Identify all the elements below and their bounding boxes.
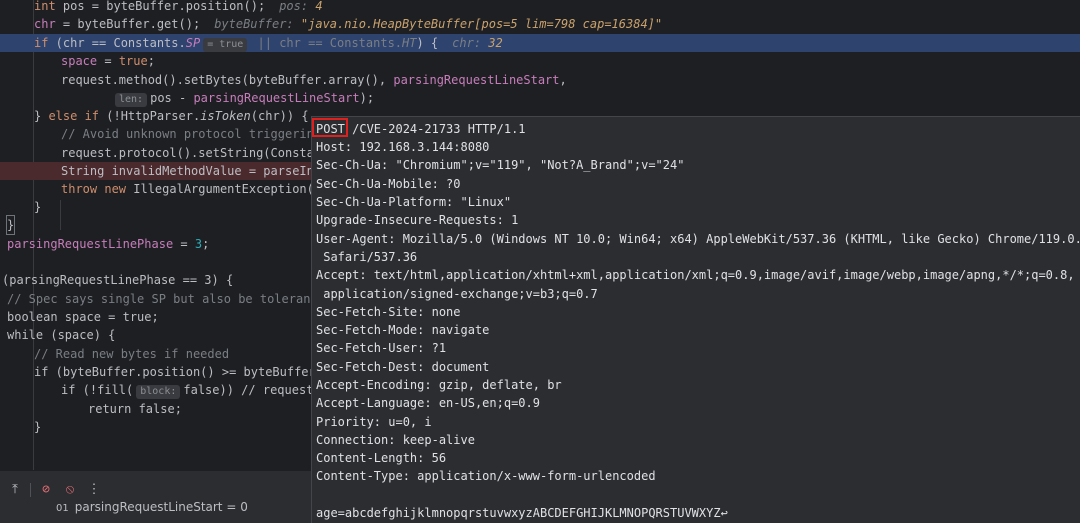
header-line: Accept-Encoding: gzip, deflate, br xyxy=(316,378,562,392)
mute-breakpoints-icon[interactable]: ⦸ xyxy=(61,481,79,499)
code-text: pos = byteBuffer.position(); xyxy=(55,0,266,13)
header-line: User-Agent: Mozilla/5.0 (Windows NT 10.0… xyxy=(316,232,1080,246)
header-line: Safari/537.36 xyxy=(316,250,418,264)
header-line: Host: 192.168.3.144:8080 xyxy=(316,140,490,154)
header-line: Content-Type: application/x-www-form-url… xyxy=(316,469,656,483)
header-line: Priority: u=0, i xyxy=(316,415,432,429)
header-line: Sec-Ch-Ua-Mobile: ?0 xyxy=(316,177,461,191)
more-icon[interactable]: ⋮ xyxy=(85,481,103,499)
header-line: Sec-Ch-Ua-Platform: "Linux" xyxy=(316,195,512,209)
toolbar-divider xyxy=(30,483,31,497)
code-line[interactable]: int pos = byteBuffer.position(); pos: 4 xyxy=(0,0,1080,15)
parameter-hint: block: xyxy=(136,385,181,399)
header-line: Sec-Fetch-User: ?1 xyxy=(316,341,447,355)
matched-brace: } xyxy=(5,215,16,235)
header-line: Sec-Fetch-Dest: document xyxy=(316,360,490,374)
debug-variable-row[interactable]: 01 parsingRequestLineStart = 0 xyxy=(56,500,248,514)
inline-debug-value: pos: 4 xyxy=(279,0,323,13)
breakpoints-icon[interactable]: ⊘ xyxy=(37,481,55,499)
variable-value: parsingRequestLineStart = 0 xyxy=(74,500,248,514)
code-line[interactable]: space = true; xyxy=(0,52,1080,70)
header-line: Accept-Language: en-US,en;q=0.9 xyxy=(316,396,540,410)
header-line: Accept: text/html,application/xhtml+xml,… xyxy=(316,268,1075,282)
variable-type-icon: 01 xyxy=(56,503,69,514)
step-out-icon[interactable]: ⤒ xyxy=(6,481,24,499)
code-line[interactable]: request.method().setBytes(byteBuffer.arr… xyxy=(0,71,1080,89)
keyword: int xyxy=(34,0,56,13)
inline-debug-value: chr: 32 xyxy=(452,36,503,50)
code-text: = byteBuffer.get(); xyxy=(55,17,201,31)
request-line: POST /CVE-2024-21733 HTTP/1.1 xyxy=(316,122,526,136)
execution-point-line[interactable]: if (chr == Constants.SP = true || chr == … xyxy=(0,34,1080,52)
code-line[interactable]: chr = byteBuffer.get(); byteBuffer: "java… xyxy=(0,15,1080,33)
field: chr xyxy=(34,17,56,31)
request-value-popup[interactable]: POST /CVE-2024-21733 HTTP/1.1 Host: 192.… xyxy=(311,116,1080,523)
header-line: Sec-Ch-Ua: "Chromium";v="119", "Not?A_Br… xyxy=(316,158,685,172)
inline-debug-value: byteBuffer: "java.nio.HeapByteBuffer[pos… xyxy=(214,17,663,31)
header-line: Content-Length: 56 xyxy=(316,451,447,465)
request-body: age=abcdefghijklmnopqrstuvwxyzABCDEFGHIJ… xyxy=(316,506,728,520)
header-line: application/signed-exchange;v=b3;q=0.7 xyxy=(316,287,598,301)
parameter-hint: len: xyxy=(115,93,148,107)
header-line: Upgrade-Insecure-Requests: 1 xyxy=(316,213,519,227)
condition-value-badge: = true xyxy=(203,38,248,52)
header-line: Sec-Fetch-Site: none xyxy=(316,305,461,319)
header-line: Sec-Fetch-Mode: navigate xyxy=(316,323,490,337)
code-line[interactable]: len: pos - parsingRequestLineStart); xyxy=(0,89,1080,107)
header-line: Connection: keep-alive xyxy=(316,433,475,447)
